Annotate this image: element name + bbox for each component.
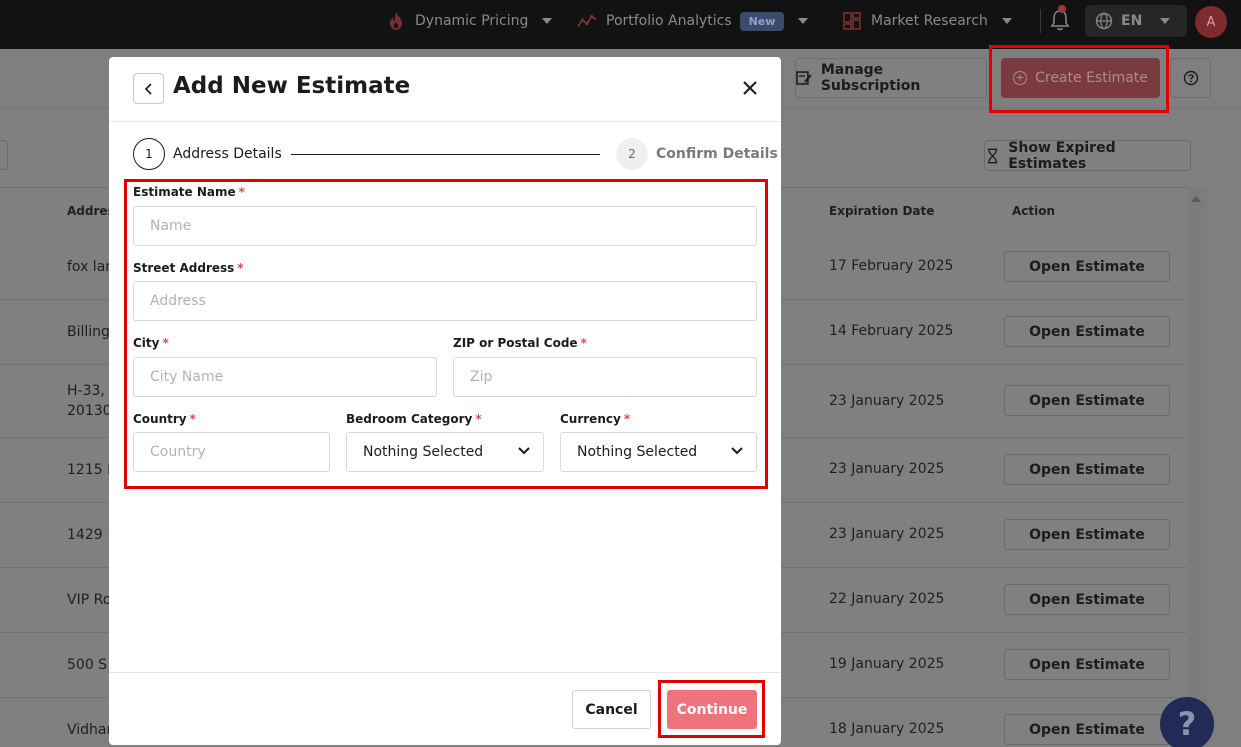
step-2-label: Confirm Details [656, 146, 778, 162]
close-icon[interactable] [741, 79, 759, 97]
open-estimate-button[interactable]: Open Estimate [1004, 714, 1170, 745]
chevron-left-icon [144, 82, 152, 95]
highlight-address-form [124, 179, 768, 489]
expiration-cell: 19 January 2025 [829, 656, 945, 672]
dashboard-grid-icon [842, 11, 862, 31]
back-button[interactable] [133, 73, 164, 104]
highlight-continue [658, 680, 765, 738]
open-estimate-button[interactable]: Open Estimate [1004, 519, 1170, 550]
modal-header: Add New Estimate [109, 57, 781, 122]
notification-dot [1058, 5, 1066, 13]
open-estimate-button[interactable]: Open Estimate [1004, 584, 1170, 615]
address-cell: fox lan [67, 259, 115, 275]
nav-market-research-label: Market Research [871, 13, 988, 29]
language-label: EN [1121, 13, 1143, 29]
show-expired-button[interactable]: Show Expired Estimates [984, 139, 1191, 172]
question-circle-icon [1183, 70, 1198, 86]
modal-footer: Cancel Continue [109, 672, 781, 745]
address-cell-line-2: 20130 [67, 403, 112, 419]
open-estimate-button[interactable]: Open Estimate [1004, 316, 1170, 347]
open-estimate-button[interactable]: Open Estimate [1004, 251, 1170, 282]
expiration-cell: 14 February 2025 [829, 323, 954, 339]
expiration-cell: 18 January 2025 [829, 721, 945, 737]
new-badge: New [739, 11, 785, 31]
expiration-cell: 17 February 2025 [829, 258, 954, 274]
manage-subscription-button[interactable]: Manage Subscription [795, 58, 987, 98]
expiration-cell: 22 January 2025 [829, 591, 945, 607]
avatar[interactable]: A [1195, 6, 1227, 38]
trend-chart-icon [577, 11, 597, 31]
step-1-indicator: 1 [133, 138, 165, 170]
step-1-label: Address Details [173, 146, 282, 162]
globe-icon [1095, 12, 1113, 30]
nav-dynamic-pricing[interactable]: Dynamic Pricing [386, 0, 553, 42]
search-field-stub[interactable] [0, 140, 8, 170]
nav-divider [1040, 9, 1041, 33]
expiration-cell: 23 January 2025 [829, 461, 945, 477]
nav-market-research[interactable]: Market Research [842, 0, 1012, 42]
address-cell: Billing [67, 324, 110, 340]
open-estimate-button[interactable]: Open Estimate [1004, 649, 1170, 680]
open-estimate-button[interactable]: Open Estimate [1004, 454, 1170, 485]
help-chat-button[interactable]: ? [1160, 697, 1214, 747]
scroll-up-arrow-icon[interactable] [1191, 196, 1201, 202]
chevron-down-icon [798, 18, 809, 24]
chevron-down-icon [542, 18, 553, 24]
modal-title: Add New Estimate [173, 73, 411, 99]
flame-icon [386, 11, 406, 31]
chevron-down-icon [1001, 18, 1012, 24]
manage-subscription-label: Manage Subscription [820, 62, 921, 94]
stepper-connector [291, 154, 600, 155]
chevron-down-icon [1160, 18, 1171, 24]
column-header-expiration[interactable]: Expiration Date [829, 204, 934, 218]
nav-dynamic-pricing-label: Dynamic Pricing [415, 13, 529, 29]
show-expired-label: Show Expired Estimates [1008, 139, 1116, 172]
language-selector[interactable]: EN [1085, 5, 1187, 37]
help-button[interactable] [1170, 58, 1211, 98]
column-header-action: Action [1012, 204, 1056, 218]
open-estimate-button[interactable]: Open Estimate [1004, 385, 1170, 416]
step-2-indicator: 2 [616, 138, 648, 170]
expiration-cell: 23 January 2025 [829, 393, 945, 409]
cancel-button[interactable]: Cancel [572, 690, 651, 729]
edit-document-icon [796, 71, 812, 85]
add-estimate-modal: Add New Estimate 1 Address Details 2 Con… [109, 57, 781, 745]
expiration-cell: 23 January 2025 [829, 526, 945, 542]
nav-portfolio-analytics-label: Portfolio Analytics [606, 13, 732, 29]
address-cell: VIP Ro [67, 592, 112, 608]
highlight-create-estimate [989, 45, 1169, 113]
top-nav: Dynamic Pricing Portfolio Analytics New … [0, 0, 1241, 49]
hourglass-icon [987, 148, 998, 163]
nav-portfolio-analytics[interactable]: Portfolio Analytics New [577, 0, 809, 42]
table-scrollbar[interactable] [1187, 187, 1207, 747]
